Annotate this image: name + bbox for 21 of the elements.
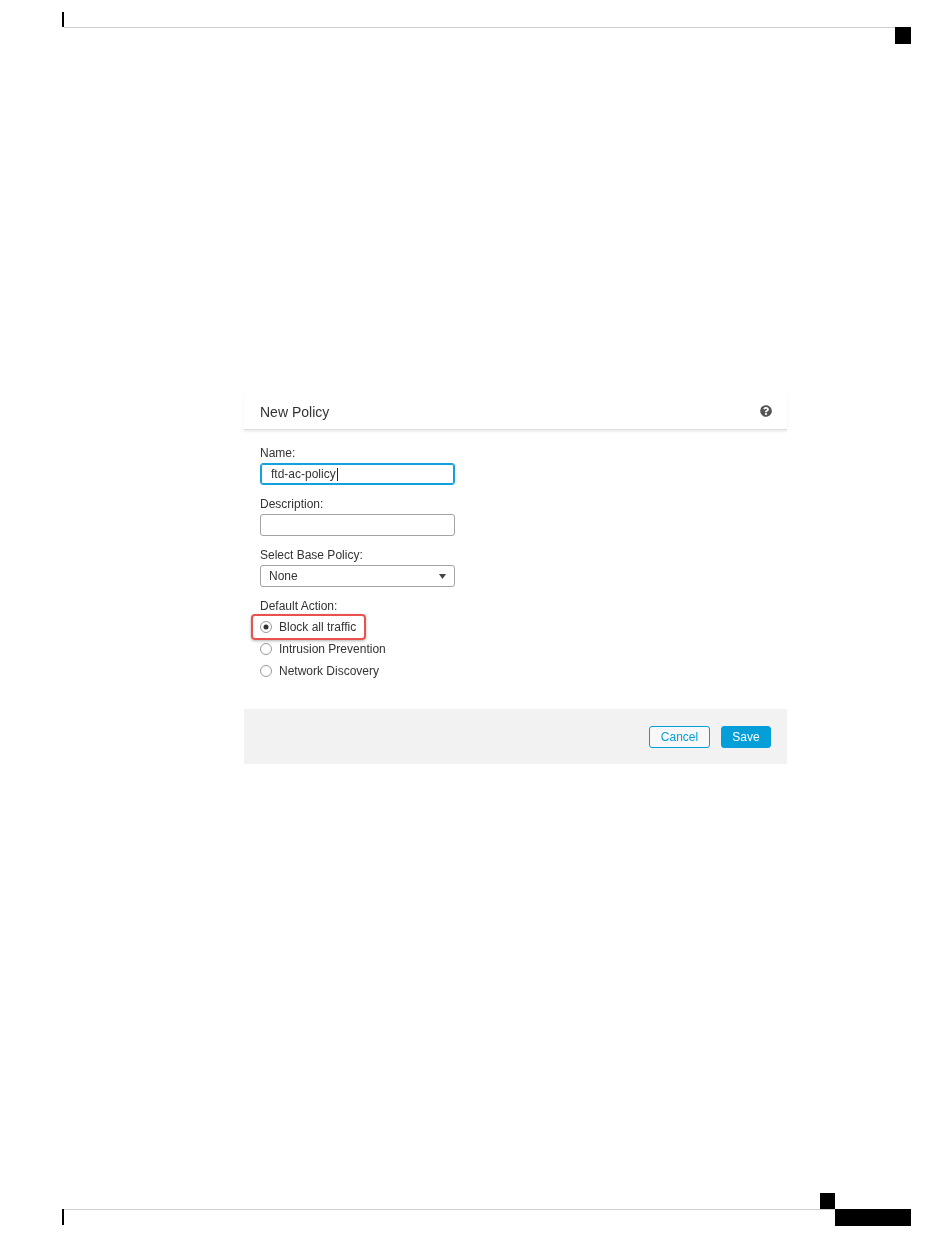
- radio-icon[interactable]: [260, 621, 272, 633]
- radio-option[interactable]: Intrusion Prevention: [260, 638, 386, 660]
- page-corner-mark: [820, 1193, 835, 1209]
- header-tab-mark: [62, 12, 64, 27]
- field-label: Description:: [260, 497, 324, 511]
- field-label: Select Base Policy:: [260, 548, 363, 562]
- radio-icon[interactable]: [260, 665, 272, 677]
- page-corner-mark: [895, 27, 911, 44]
- dialog-title: New Policy: [260, 403, 330, 420]
- footer-tab-mark: [62, 1209, 64, 1225]
- radio-option[interactable]: Block all traffic: [260, 616, 357, 638]
- select-dropdown[interactable]: None: [260, 565, 455, 587]
- text-input[interactable]: [260, 514, 455, 536]
- radio-option[interactable]: Network Discovery: [260, 660, 380, 682]
- dropdown-caret-icon: [439, 573, 446, 579]
- text-cursor-icon: [336, 467, 338, 481]
- help-icon[interactable]: [760, 404, 772, 417]
- radio-icon[interactable]: [260, 643, 272, 655]
- field-label: Default Action:: [260, 599, 338, 613]
- field-label: Name:: [260, 446, 296, 460]
- text-input[interactable]: ftd-ac-policy: [260, 463, 455, 485]
